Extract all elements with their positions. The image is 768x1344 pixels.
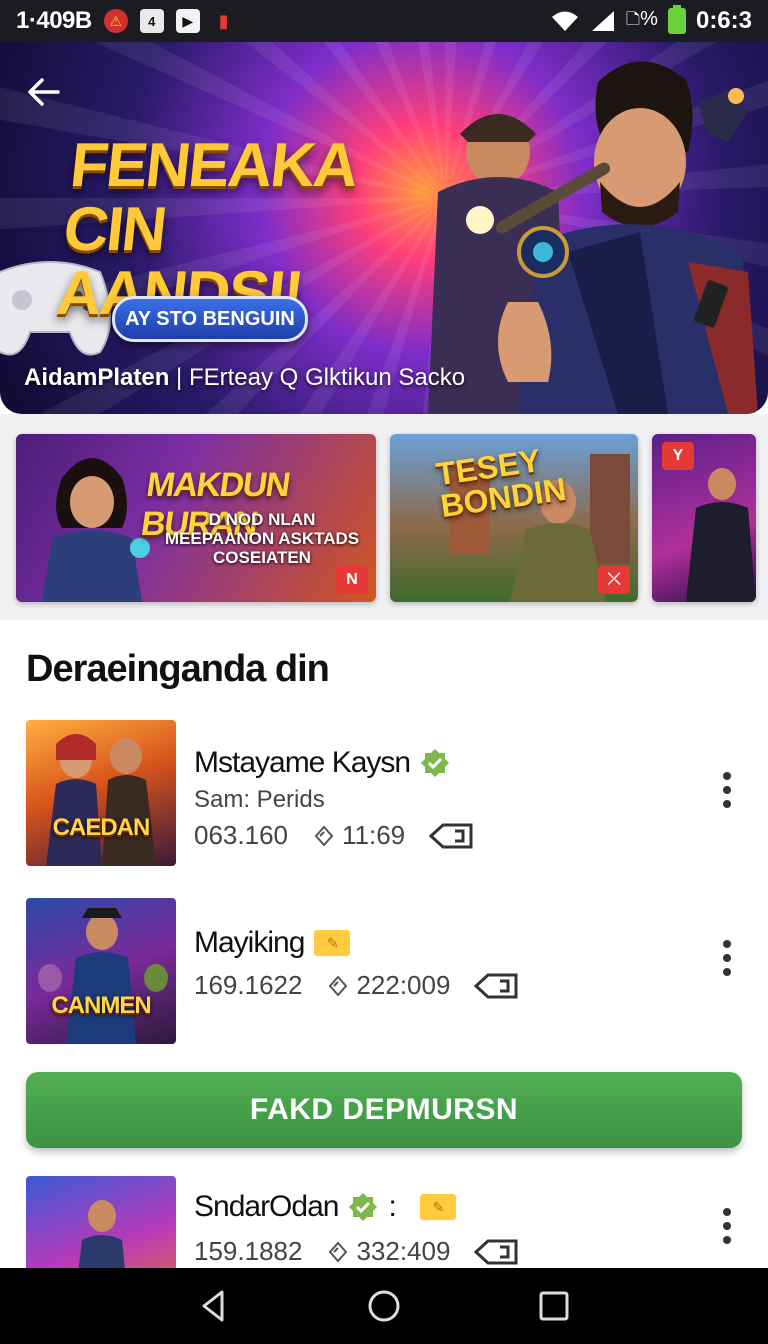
system-nav-bar xyxy=(0,1268,768,1344)
promo-3-badge-icon: Y xyxy=(662,442,694,470)
signal-icon xyxy=(591,11,614,31)
more-vert-icon[interactable] xyxy=(712,934,742,982)
thumbnail-label: CANMEN xyxy=(51,992,151,1019)
game-stats: 159.1882 332:409 xyxy=(194,1236,518,1267)
game-list-item[interactable]: CAEDAN Mstayame Kaysn Sam: Perids 063.16… xyxy=(26,720,742,866)
game-name: SndarOdan : ✎ xyxy=(194,1190,456,1224)
rating-icon xyxy=(329,1240,348,1263)
status-left: 1·409B ⚠ 4 ▶ ▮ xyxy=(16,7,236,35)
promo-card-1[interactable]: MAKDUN BURAN D NOD NLAN MEEPAANON ASKTAD… xyxy=(16,434,376,602)
battery-percent: 🗅% xyxy=(625,8,658,30)
game-stats: 063.160 11:69 xyxy=(194,820,473,851)
promo-card-3[interactable]: Y xyxy=(652,434,756,602)
game-thumbnail[interactable]: CAEDAN xyxy=(26,720,176,866)
hero-cta-pill[interactable]: AY STO BENGUIN xyxy=(112,296,308,342)
stat-count-value: 169.1622 xyxy=(194,970,303,1000)
thumbnail-characters xyxy=(38,908,168,1044)
nav-home-icon[interactable] xyxy=(364,1286,404,1326)
stat-count-value: 063.160 xyxy=(194,820,288,850)
hero-caption: AidamPlaten | FErteay Q Glktikun Sacko xyxy=(24,364,465,392)
game-stats: 169.1622 222:009 xyxy=(194,970,518,1001)
play-icon: ▶ xyxy=(175,9,200,33)
tag-icon: ✎ xyxy=(314,930,351,956)
stat-rating: 222:009 xyxy=(326,970,450,1001)
primary-action-button[interactable]: FAKD DEPMURSN xyxy=(26,1072,742,1148)
wifi-icon xyxy=(551,11,578,31)
status-left-text: 1·409B xyxy=(16,7,92,34)
promo-2-title: TESEY BONDIN xyxy=(433,442,569,525)
battery-icon xyxy=(667,5,686,34)
hero-title-line-1: FENEAKA xyxy=(67,131,361,200)
thumbnail-label: CAEDAN xyxy=(52,814,151,841)
nav-recents-icon[interactable] xyxy=(534,1286,574,1326)
promo-carousel[interactable]: MAKDUN BURAN D NOD NLAN MEEPAANON ASKTAD… xyxy=(0,414,768,620)
more-vert-icon[interactable] xyxy=(712,766,742,814)
game-thumbnail[interactable]: CANMEN xyxy=(26,898,176,1044)
promo-card-2[interactable]: TESEY BONDIN ⤫ xyxy=(390,434,638,602)
promo-1-subtitle: D NOD NLAN MEEPAANON ASKTADS COSEIATEN xyxy=(164,510,360,567)
download-icon[interactable] xyxy=(474,1238,518,1266)
stat-count: 169.1622 xyxy=(194,970,302,1001)
thumbnail-characters xyxy=(46,734,156,866)
hero-character-illustration xyxy=(428,61,758,414)
rating-icon xyxy=(329,974,348,997)
flag-icon: ▮ xyxy=(218,10,229,31)
promo-2-badge-icon: ⤫ xyxy=(598,566,630,594)
stat-rating: 11:69 xyxy=(312,820,405,851)
back-arrow-icon[interactable] xyxy=(24,72,64,112)
verified-icon xyxy=(349,1193,378,1221)
stat-count: 159.1882 xyxy=(194,1236,302,1267)
download-icon[interactable] xyxy=(474,972,518,1000)
stat-rating-value: 222:009 xyxy=(356,970,451,1000)
more-vert-icon[interactable] xyxy=(712,1202,742,1250)
game-name-text: Mayiking xyxy=(194,926,305,959)
game-name: Mayiking ✎ xyxy=(194,926,351,960)
game-name-text: SndarOdan xyxy=(194,1190,339,1223)
colon-separator: : xyxy=(388,1190,396,1223)
status-right: 🗅% 0:6:3 xyxy=(550,4,752,38)
stat-rating: 332:409 xyxy=(326,1236,450,1267)
game-name: Mstayame Kaysn xyxy=(194,746,450,780)
alert-icon: ⚠ xyxy=(103,9,128,33)
verified-icon xyxy=(421,749,450,777)
hero-caption-strong: AidamPlaten xyxy=(24,364,170,391)
status-bar: 1·409B ⚠ 4 ▶ ▮ 🗅% 0:6:3 xyxy=(0,0,768,42)
download-icon[interactable] xyxy=(429,822,473,850)
game-list-item[interactable]: CANMEN Mayiking ✎ 169.1622 222:009 xyxy=(26,898,742,1044)
nav-back-icon[interactable] xyxy=(194,1286,234,1326)
promo-1-badge-icon: N xyxy=(336,566,368,594)
tag-icon: ✎ xyxy=(419,1194,456,1220)
promo-3-character xyxy=(686,468,756,602)
rating-icon xyxy=(314,824,334,847)
notification-icon: 4 xyxy=(139,9,164,33)
hero-caption-rest: | FErteay Q Glktikun Sacko xyxy=(176,364,466,391)
game-subtitle: Sam: Perids xyxy=(194,786,325,813)
stat-rating-value: 332:409 xyxy=(356,1236,451,1266)
stat-rating-value: 11:69 xyxy=(341,820,406,850)
stat-count-value: 159.1882 xyxy=(194,1236,303,1266)
game-name-text: Mstayame Kaysn xyxy=(194,746,411,779)
status-time: 0:6:3 xyxy=(695,7,752,34)
stat-count: 063.160 xyxy=(194,820,288,851)
section-title: Deraeinganda din xyxy=(26,648,330,690)
hero-banner[interactable]: FENEAKA CIN AANDSI! AY STO BENGUIN Aidam… xyxy=(0,42,768,414)
